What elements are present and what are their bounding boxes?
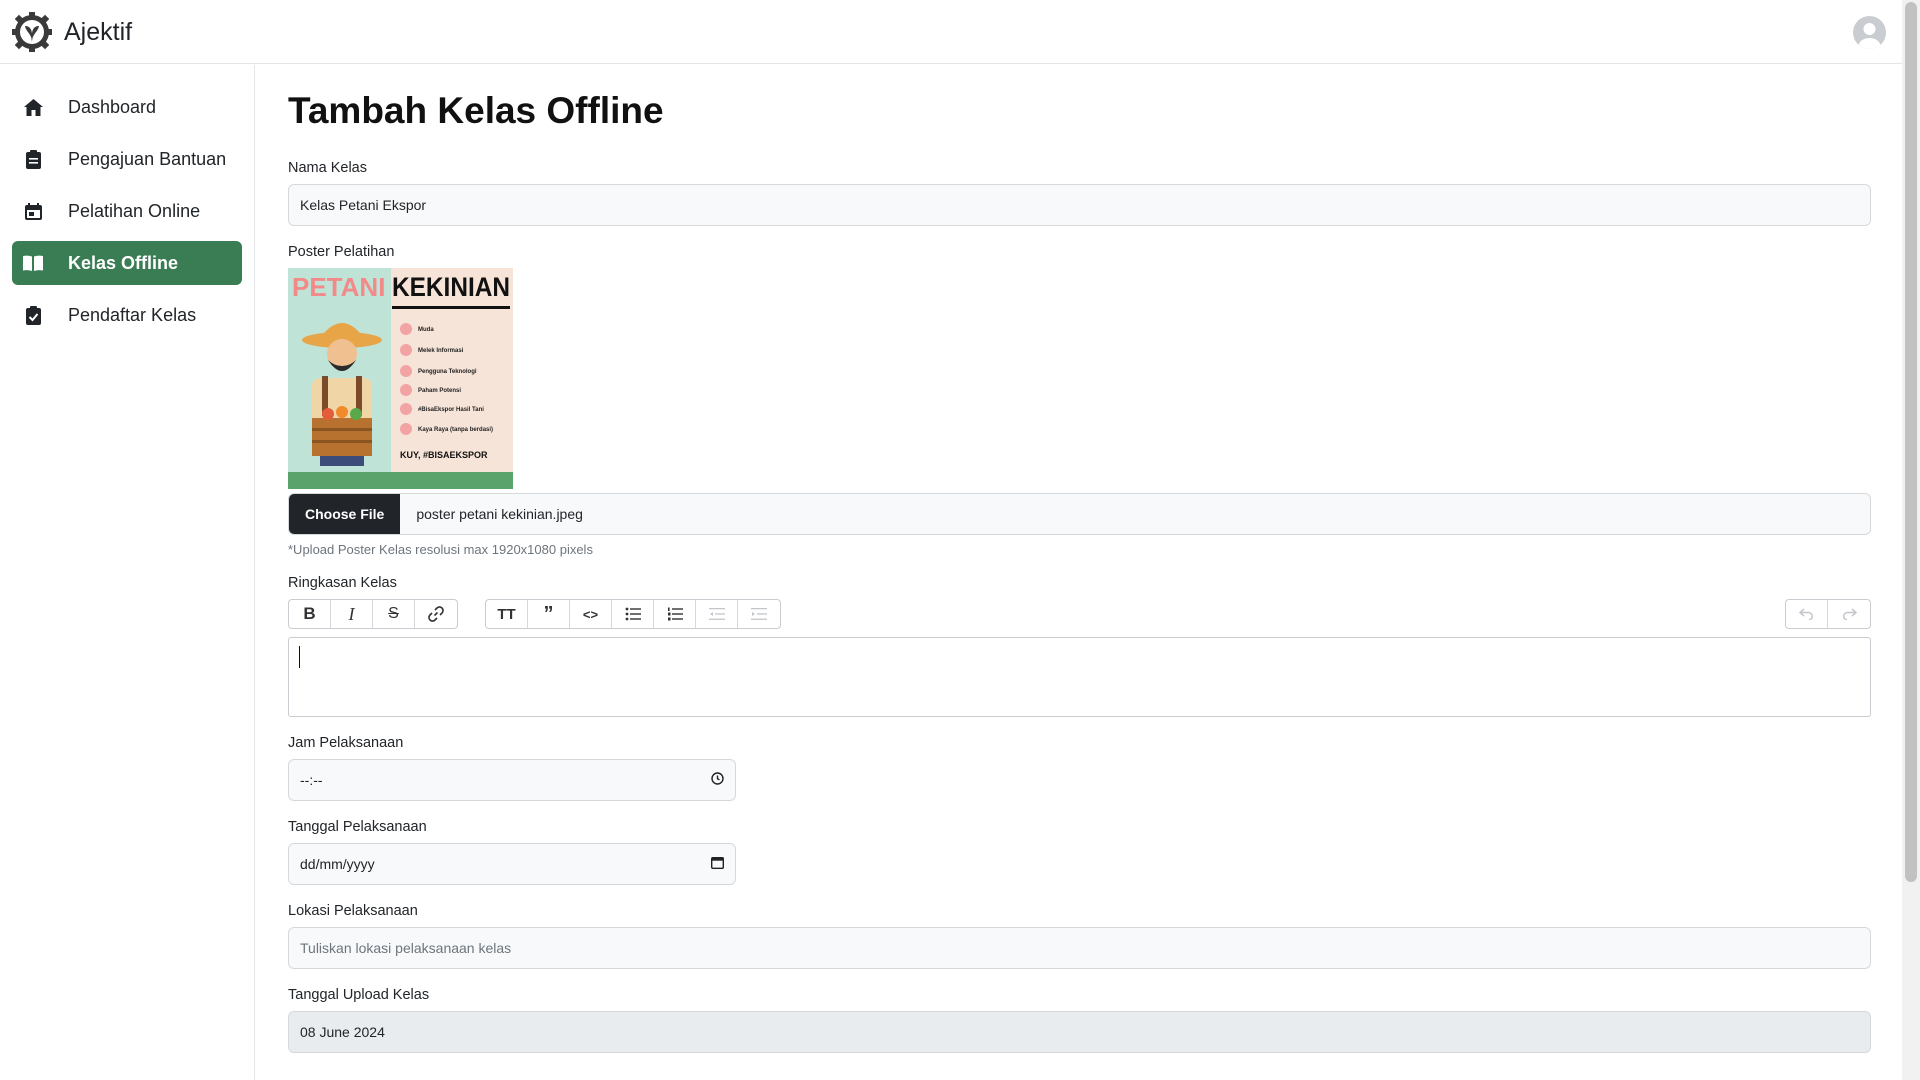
poster-hint: *Upload Poster Kelas resolusi max 1920x1… — [288, 542, 593, 557]
quote-icon[interactable]: ” — [528, 600, 570, 628]
poster-item-5: #BisaEkspor Hasil Tani — [418, 407, 484, 413]
lokasi-group: Lokasi Pelaksanaan Tuliskan lokasi pelak… — [288, 903, 1871, 969]
sidebar-item-kelas-offline[interactable]: Kelas Offline — [12, 241, 242, 285]
poster-word1: PETANI — [292, 272, 385, 302]
book-open-icon — [22, 252, 44, 274]
poster-preview-image: PETANI KEKINIAN Muda Melek Informasi Pen… — [288, 268, 513, 489]
poster-item-6: Kaya Raya (tanpa berdasi) — [418, 427, 493, 433]
page-title: Tambah Kelas Offline — [288, 90, 664, 131]
lokasi-label: Lokasi Pelaksanaan — [288, 903, 418, 919]
sidebar-item-dashboard[interactable]: Dashboard — [12, 85, 242, 129]
page-scrollbar[interactable] — [1902, 0, 1920, 1080]
sidebar-item-pelatihan-online[interactable]: Pelatihan Online — [12, 189, 242, 233]
redo-icon[interactable] — [1828, 600, 1870, 628]
poster-group: Poster Pelatihan PETANI KEKINIAN Muda Me… — [288, 244, 1871, 557]
selected-file-name: poster petani kekinian.jpeg — [416, 506, 583, 522]
link-icon[interactable] — [415, 600, 457, 628]
bold-icon[interactable]: B — [289, 600, 331, 628]
poster-item-4: Paham Potensi — [418, 388, 461, 394]
ringkasan-editor[interactable] — [288, 637, 1871, 717]
lokasi-input[interactable]: Tuliskan lokasi pelaksanaan kelas — [288, 927, 1871, 969]
sidebar-item-label: Pendaftar Kelas — [68, 304, 197, 325]
main-content: Tambah Kelas Offline Nama Kelas Kelas Pe… — [288, 65, 1871, 1071]
text-format-group: B I S — [288, 599, 458, 629]
sidebar-item-pengajuan-bantuan[interactable]: Pengajuan Bantuan — [12, 137, 242, 181]
nama-kelas-label: Nama Kelas — [288, 160, 367, 176]
clock-icon[interactable] — [711, 772, 724, 788]
indent-icon[interactable] — [738, 600, 780, 628]
strikethrough-icon[interactable]: S — [373, 600, 415, 628]
brand-name[interactable]: Ajektif — [64, 18, 132, 47]
gear-leaf-logo-icon[interactable] — [12, 12, 52, 52]
bullet-list-icon[interactable] — [612, 600, 654, 628]
poster-file-input[interactable]: Choose File poster petani kekinian.jpeg — [288, 493, 1871, 535]
choose-file-button[interactable]: Choose File — [289, 494, 401, 534]
scrollbar-thumb[interactable] — [1905, 2, 1917, 882]
tanggal-value: dd/mm/yyyy — [300, 856, 375, 872]
poster-label: Poster Pelatihan — [288, 244, 395, 260]
poster-item-2: Melek Informasi — [418, 348, 464, 354]
clipboard-check-icon — [22, 304, 44, 326]
upload-date-input: 08 June 2024 — [288, 1011, 1871, 1053]
upload-date-label: Tanggal Upload Kelas — [288, 987, 430, 1003]
user-avatar[interactable] — [1853, 16, 1886, 49]
tanggal-label: Tanggal Pelaksanaan — [288, 819, 427, 835]
home-icon — [22, 96, 44, 118]
undo-icon[interactable] — [1786, 600, 1828, 628]
tanggal-group: Tanggal Pelaksanaan dd/mm/yyyy — [288, 819, 1871, 885]
ringkasan-label: Ringkasan Kelas — [288, 575, 397, 591]
calendar-picker-icon[interactable] — [710, 856, 725, 872]
heading-icon[interactable]: TT — [486, 600, 528, 628]
jam-label: Jam Pelaksanaan — [288, 735, 404, 751]
sidebar-item-label: Pelatihan Online — [68, 200, 201, 221]
ringkasan-group: Ringkasan Kelas B I S TT ” <> — [288, 575, 1871, 717]
block-format-group: TT ” <> — [485, 599, 781, 629]
top-navbar: Ajektif — [0, 0, 1902, 64]
nama-kelas-group: Nama Kelas Kelas Petani Ekspor — [288, 160, 1871, 226]
poster-item-1: Muda — [418, 327, 434, 333]
sidebar-item-label: Dashboard — [68, 96, 157, 117]
poster-item-3: Pengguna Teknologi — [418, 369, 477, 375]
history-group — [1785, 599, 1871, 629]
code-icon[interactable]: <> — [570, 600, 612, 628]
jam-group: Jam Pelaksanaan --:-- — [288, 735, 1871, 801]
tanggal-date-input[interactable]: dd/mm/yyyy — [288, 843, 736, 885]
upload-date-group: Tanggal Upload Kelas 08 June 2024 — [288, 987, 1871, 1053]
calendar-icon — [22, 200, 44, 222]
user-icon — [1858, 23, 1881, 49]
numbered-list-icon[interactable] — [654, 600, 696, 628]
editor-toolbar: B I S TT ” <> — [288, 599, 1871, 629]
sidebar-item-pendaftar-kelas[interactable]: Pendaftar Kelas — [12, 293, 242, 337]
poster-footer: KUY, #BISAEKSPOR — [400, 450, 488, 460]
poster-word2: KEKINIAN — [392, 272, 510, 302]
italic-icon[interactable]: I — [331, 600, 373, 628]
clipboard-icon — [22, 148, 44, 170]
sidebar-item-label: Pengajuan Bantuan — [68, 148, 227, 169]
text-caret — [299, 646, 300, 668]
nama-kelas-input[interactable]: Kelas Petani Ekspor — [288, 184, 1871, 226]
outdent-icon[interactable] — [696, 600, 738, 628]
jam-time-input[interactable]: --:-- — [288, 759, 736, 801]
sidebar: Dashboard Pengajuan Bantuan Pelatihan On… — [0, 65, 255, 1080]
jam-value: --:-- — [300, 772, 323, 788]
sidebar-item-label: Kelas Offline — [68, 252, 179, 273]
